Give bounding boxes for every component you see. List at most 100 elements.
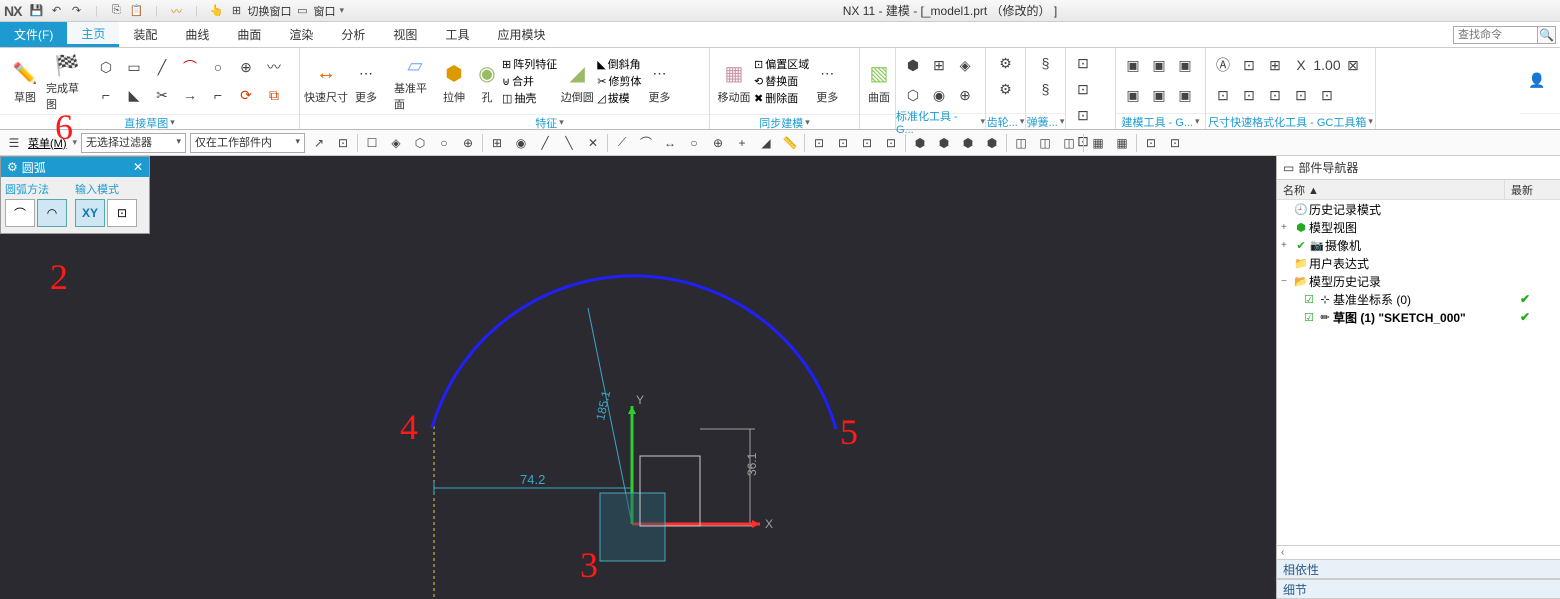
md1-icon[interactable]: ▣ [1120,52,1146,78]
std2-icon[interactable]: ⊞ [926,52,952,78]
mc3-icon[interactable]: ⊡ [1070,102,1096,128]
md2-icon[interactable]: ▣ [1146,52,1172,78]
dim-tools-label[interactable]: 尺寸快速格式化工具 - GC工具箱▾ [1206,113,1375,129]
search-button[interactable]: 🔍 [1538,26,1556,44]
draft-btn[interactable]: ◿拔模 [597,90,641,106]
switch-window-label[interactable]: 切换窗口 [247,3,291,19]
nav-csys[interactable]: ☑⊹基准坐标系 (0)✔ [1277,290,1560,308]
arc-3pt-option[interactable]: ⌒ [5,199,35,227]
nav-dependencies[interactable]: 相依性 [1277,559,1560,579]
gear-tools-label[interactable]: 齿轮...▾ [986,113,1025,129]
shell-btn[interactable]: ◫抽壳 [502,90,557,106]
sb-i20[interactable]: 📏 [780,133,800,153]
dt11-icon[interactable]: ⊡ [1314,83,1340,109]
add-icon[interactable]: 👤 [1524,68,1550,94]
nav-tree[interactable]: 🕘历史记录模式 +⬢模型视图 +✔📷摄像机 📁用户表达式 −📂模型历史记录 ☑⊹… [1277,200,1560,545]
tab-view[interactable]: 视图 [379,22,431,47]
sb-i23[interactable]: ⊡ [857,133,877,153]
more1-button[interactable]: ⋯ 更多 [348,50,384,112]
graphics-window[interactable]: ⚙ 圆弧 ✕ 圆弧方法 ⌒ ◠ 输入模式 XY [0,156,1276,599]
arc-center-option[interactable]: ◠ [37,199,67,227]
mold-tools-label[interactable]: 建模工具 - G...▾ [1116,113,1205,129]
hdim-text[interactable]: 74.2 [520,472,545,487]
direct-sketch-label[interactable]: 直接草图▾ [0,114,299,130]
offset-region-btn[interactable]: ⊡偏置区域 [754,56,809,72]
dt10-icon[interactable]: ⊡ [1288,83,1314,109]
std4-icon[interactable]: ⬡ [900,83,926,109]
edge-blend-button[interactable]: ◢ 边倒圆 [557,50,597,112]
mc2-icon[interactable]: ⊡ [1070,76,1096,102]
save-icon[interactable]: 💾 [27,2,45,20]
paste-icon[interactable]: 📋 [127,2,145,20]
spring1-icon[interactable]: § [1033,50,1059,76]
window-icon[interactable]: ▭ [293,2,311,20]
switch-window-icon[interactable]: ⊞ [227,2,245,20]
origin-csys-icon[interactable] [600,493,665,561]
sketch-arc[interactable] [432,276,836,429]
dt4-icon[interactable]: X [1288,52,1314,78]
close-icon[interactable]: ✕ [133,160,143,174]
arc-icon[interactable]: ⌒ [177,54,203,80]
hole-button[interactable]: ◉ 孔 [472,50,502,112]
gear1-icon[interactable]: ⚙ [993,50,1019,76]
sb-i29[interactable]: ◫ [1011,133,1031,153]
tab-render[interactable]: 渲染 [275,22,327,47]
sb-i18[interactable]: + [732,133,752,153]
touch-icon[interactable]: 👆 [207,2,225,20]
sb-i16[interactable]: ○ [684,133,704,153]
dt1-icon[interactable]: Ⓐ [1210,52,1236,78]
sb-i3[interactable]: ☐ [362,133,382,153]
sb-i10[interactable]: ╱ [535,133,555,153]
xy-option[interactable]: XY [75,199,105,227]
tab-analysis[interactable]: 分析 [327,22,379,47]
nav-cameras[interactable]: +✔📷摄像机 [1277,236,1560,254]
mirror-icon[interactable]: ⧉ [261,82,287,108]
sb-i6[interactable]: ○ [434,133,454,153]
dt3-icon[interactable]: ⊞ [1262,52,1288,78]
nav-model-views[interactable]: +⬢模型视图 [1277,218,1560,236]
filter2-combo[interactable]: 仅在工作部件内 [190,133,305,153]
dt5-icon[interactable]: 1.00 [1314,52,1340,78]
dt8-icon[interactable]: ⊡ [1236,83,1262,109]
trim-btn[interactable]: ✂修剪体 [597,73,641,89]
md6-icon[interactable]: ▣ [1172,83,1198,109]
sb-i34[interactable]: ⊡ [1141,133,1161,153]
sb-i21[interactable]: ⊡ [809,133,829,153]
rapid-dim-button[interactable]: ↔ 快速尺寸 [304,50,348,112]
sb-i22[interactable]: ⊡ [833,133,853,153]
gear2-icon[interactable]: ⚙ [993,76,1019,102]
filter1-combo[interactable]: 无选择过滤器 [81,133,186,153]
unite-btn[interactable]: ⊎合并 [502,73,557,89]
sb-i19[interactable]: ◢ [756,133,776,153]
delete-face-btn[interactable]: ✖删除面 [754,90,809,106]
std6-icon[interactable]: ⊕ [952,83,978,109]
arc-dialog-title[interactable]: ⚙ 圆弧 ✕ [1,157,149,177]
fillet-icon[interactable]: ⌐ [93,82,119,108]
sb-i30[interactable]: ◫ [1035,133,1055,153]
sb-i5[interactable]: ⬡ [410,133,430,153]
std5-icon[interactable]: ◉ [926,83,952,109]
curve-icon[interactable]: 〰 [167,2,185,20]
nav-model-history[interactable]: −📂模型历史记录 [1277,272,1560,290]
tab-tools[interactable]: 工具 [431,22,483,47]
sketch-button[interactable]: ✏️ 草图 [4,50,46,112]
sb-i1[interactable]: ↗ [309,133,329,153]
sb-i26[interactable]: ⬢ [934,133,954,153]
finish-sketch-button[interactable]: 🏁 完成草图 [46,50,88,112]
nav-details[interactable]: 细节 [1277,579,1560,599]
copy-icon[interactable]: ⎘ [107,2,125,20]
search-input[interactable] [1453,26,1538,44]
sb-i2[interactable]: ⊡ [333,133,353,153]
nav-user-expr[interactable]: 📁用户表达式 [1277,254,1560,272]
move-face-button[interactable]: ▦ 移动面 [714,50,754,112]
sb-i14[interactable]: ⌒ [636,133,656,153]
sb-i7[interactable]: ⊕ [458,133,478,153]
sb-i28[interactable]: ⬢ [982,133,1002,153]
mc1-icon[interactable]: ⊡ [1070,50,1096,76]
pattern-btn[interactable]: ⊞阵列特征 [502,56,557,72]
dt7-icon[interactable]: ⊡ [1210,83,1236,109]
sb-i31[interactable]: ◫ [1059,133,1079,153]
tab-home[interactable]: 主页 [67,22,119,47]
chamfer-icon[interactable]: ◣ [121,82,147,108]
sb-i35[interactable]: ⊡ [1165,133,1185,153]
